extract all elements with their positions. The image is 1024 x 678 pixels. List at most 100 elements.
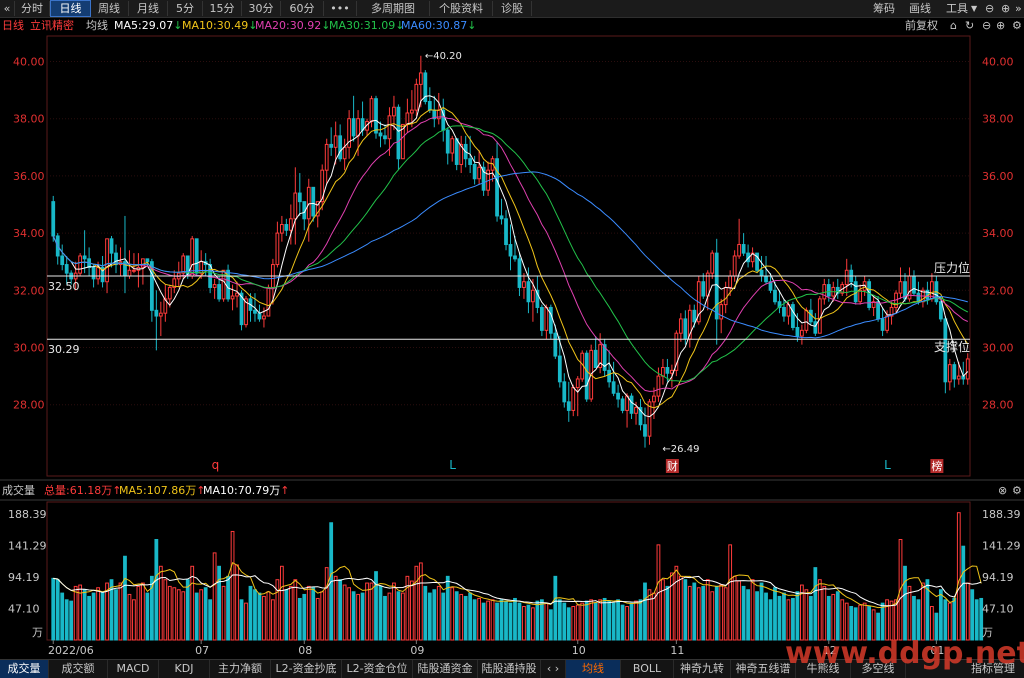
volume-bar: [652, 592, 656, 641]
volume-bar: [454, 591, 459, 641]
volume-bar: [894, 599, 898, 641]
candle-body: [109, 238, 114, 254]
volume-bar: [230, 530, 235, 641]
tab-kdj[interactable]: KDJ: [159, 660, 210, 678]
candle-body: [504, 218, 508, 246]
volume-bar: [154, 539, 159, 641]
candle-body: [284, 224, 289, 231]
volume-bar: [181, 591, 186, 641]
tab-l2-position[interactable]: L2-资金仓位: [342, 660, 413, 678]
tab-volume[interactable]: 成交量: [0, 660, 49, 678]
candle-body: [181, 255, 186, 274]
candle-body: [266, 286, 271, 317]
volume-bar: [867, 606, 872, 641]
candle-body: [759, 269, 764, 277]
volume-bar: [185, 579, 190, 641]
tab-l2-bottom[interactable]: L2-资金抄底: [271, 660, 342, 678]
candle-body: [858, 289, 863, 303]
candle-body: [82, 255, 87, 260]
tab-turnover[interactable]: 成交额: [49, 660, 108, 678]
candle-body: [51, 201, 56, 237]
candle-body: [414, 83, 419, 111]
candle-body: [477, 166, 482, 180]
candle-body: [60, 255, 65, 266]
volume-bar: [566, 607, 571, 641]
volume-bar: [903, 565, 907, 641]
volume-bar: [342, 584, 347, 641]
volume-bar: [302, 593, 307, 641]
candle-body: [297, 192, 302, 203]
volume-bar: [786, 599, 791, 641]
volume-bar: [123, 555, 127, 641]
volume-bar: [669, 572, 674, 641]
candle-body: [678, 318, 683, 334]
volume-bar: [401, 592, 405, 641]
volume-bar: [616, 599, 620, 641]
volume-bar: [808, 595, 813, 641]
volume-bar: [943, 599, 948, 641]
candle-body: [235, 292, 239, 297]
tab-main-net[interactable]: 主力净额: [210, 660, 271, 678]
volume-bar: [965, 582, 970, 641]
candle-body: [634, 407, 638, 414]
tab-magic-nine[interactable]: 神奇九转: [674, 660, 731, 678]
volume-bar: [522, 606, 526, 641]
volume-bar: [732, 575, 737, 641]
tabs-scroll-icon[interactable]: ‹ ›: [541, 660, 566, 678]
volume-bar: [620, 604, 625, 641]
volume-bar: [100, 591, 105, 641]
resistance-value: 32.50: [48, 280, 80, 293]
volume-bar: [167, 585, 172, 641]
volume-bar: [199, 589, 204, 641]
candle-body: [652, 395, 656, 403]
volume-bar: [539, 599, 544, 641]
candle-body: [701, 281, 706, 297]
volume-bar: [835, 591, 840, 641]
volume-bar: [634, 600, 638, 641]
candle-body: [571, 387, 576, 411]
candle-body: [544, 306, 549, 331]
candle-body: [593, 349, 598, 369]
candle-body: [495, 158, 499, 217]
volume-bar: [306, 585, 311, 641]
volume-bar: [782, 592, 786, 641]
volume-bar: [544, 602, 549, 641]
tab-boll[interactable]: BOLL: [621, 660, 674, 678]
candle-body: [91, 266, 96, 280]
volume-bar: [176, 589, 181, 641]
volume-bar: [127, 593, 132, 641]
volume-bar: [638, 599, 643, 641]
volume-bar: [710, 591, 715, 641]
price-annotation: ←40.20: [425, 51, 462, 62]
tab-macd[interactable]: MACD: [108, 660, 159, 678]
volume-bar: [55, 579, 60, 641]
volume-bar: [486, 600, 490, 641]
volume-bar: [562, 602, 567, 641]
candle-body: [656, 375, 661, 397]
volume-bar: [499, 599, 504, 641]
volume-bar: [692, 582, 697, 641]
volume-bar: [938, 589, 943, 641]
volume-bar: [374, 571, 378, 641]
candle-body: [194, 238, 199, 274]
volume-settings-icon[interactable]: ⚙: [1012, 483, 1022, 499]
candle-body: [275, 232, 280, 266]
tab-ma[interactable]: 均线: [566, 660, 621, 678]
candle-body: [392, 106, 396, 117]
volume-bar: [163, 579, 168, 641]
tab-hk-funds[interactable]: 陆股通资金: [413, 660, 478, 678]
tab-hk-holding[interactable]: 陆股通持股: [478, 660, 541, 678]
price-tick-left: 36.00: [13, 170, 45, 183]
volume-tick-right: 188.39: [982, 508, 1021, 521]
close-volume-icon[interactable]: ⊗: [998, 483, 1007, 499]
volume-bar: [813, 567, 818, 641]
volume-bar: [333, 575, 338, 641]
candle-body: [629, 395, 634, 414]
volume-tick-right: 47.10: [982, 602, 1014, 615]
candle-body: [548, 306, 553, 334]
volume-bar: [132, 599, 136, 641]
volume-bar: [418, 562, 423, 641]
volume-bar: [320, 591, 325, 641]
volume-bar: [87, 595, 91, 641]
price-tick-right: 40.00: [982, 56, 1014, 69]
